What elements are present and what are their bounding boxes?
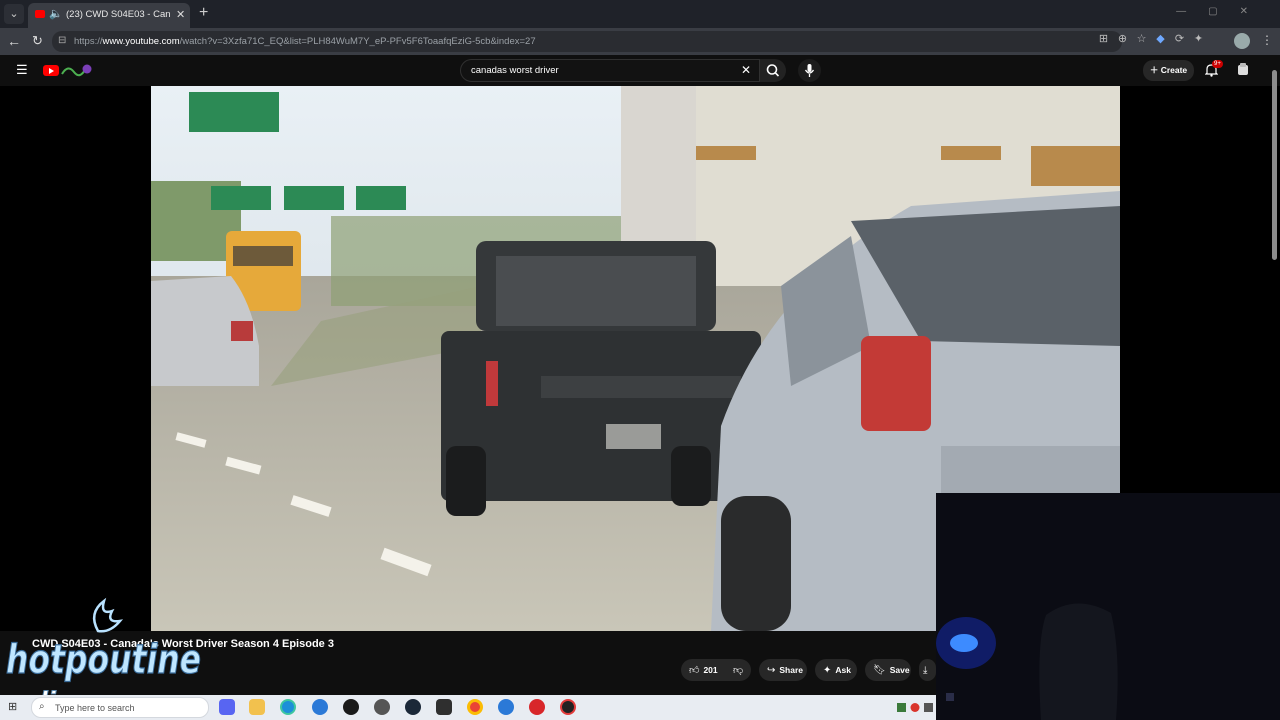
discord-icon[interactable] (219, 699, 235, 715)
download-button[interactable]: ⤓ (919, 659, 936, 681)
steam-icon[interactable] (405, 699, 421, 715)
app-dark-icon[interactable] (560, 699, 576, 715)
url-scheme: https:// (74, 36, 103, 47)
doodle-logo-icon[interactable] (60, 62, 92, 78)
ask-label: Ask (835, 665, 851, 675)
youtube-header: ☰ canadas worst driver ✕ ＋ Create 9+ (0, 55, 1280, 86)
windows-taskbar: ⊞ ⌕ Type here to search (0, 695, 936, 720)
save-label: Save (889, 665, 910, 675)
edge-dev-icon[interactable] (498, 699, 514, 715)
account-avatar[interactable] (1236, 62, 1250, 76)
thumbs-down-icon: 👎︎ (733, 665, 744, 676)
search-button[interactable] (760, 59, 786, 82)
like-count: 201 (703, 665, 718, 675)
profile-avatar[interactable] (1234, 33, 1250, 49)
window-controls[interactable]: —▢✕ (1176, 6, 1270, 17)
search-input[interactable]: canadas worst driver ✕ (460, 59, 760, 82)
clear-search-icon[interactable]: ✕ (741, 63, 751, 77)
download-icon: ⤓ (923, 665, 928, 676)
favorite-star-icon[interactable]: ☆ (1132, 32, 1151, 45)
app-available-icon[interactable]: ⊞ (1094, 32, 1113, 45)
search-icon (766, 64, 780, 77)
hamburger-menu-icon[interactable]: ☰ (16, 62, 28, 78)
like-button[interactable]: 👍︎ 201 (689, 659, 718, 682)
zoom-icon[interactable]: ⊕ (1113, 32, 1132, 45)
scrollbar-thumb[interactable] (1272, 70, 1277, 260)
reload-icon[interactable]: ↻ (32, 33, 43, 49)
search-query-text: canadas worst driver (471, 65, 559, 76)
url-host: www.youtube.com (102, 36, 180, 47)
webcam-overlay (936, 493, 1280, 720)
audio-playing-icon[interactable]: 🔈 (49, 7, 63, 20)
close-window-icon[interactable]: ✕ (1240, 6, 1270, 17)
create-button[interactable]: ＋ Create (1143, 60, 1194, 81)
watermark-text: hotpoutine (6, 637, 201, 683)
toolbar-extension-icons: ⊞ ⊕ ☆ ◆ ⟳ ✦ (1094, 32, 1208, 45)
taskbar-search-placeholder: Type here to search (55, 703, 135, 713)
ask-button[interactable]: ✦ Ask (815, 659, 857, 681)
dislike-button[interactable]: 👎︎ (733, 659, 747, 682)
address-bar[interactable]: ⊟ https://www.youtube.com/watch?v=3Xzfa7… (52, 31, 1122, 52)
share-button[interactable]: ↪ Share (759, 659, 807, 681)
extension-icon[interactable]: ◆ (1151, 32, 1170, 45)
plus-icon: ＋ (1149, 65, 1161, 75)
file-explorer-icon[interactable] (249, 699, 265, 715)
url-text[interactable]: https://www.youtube.com/watch?v=3Xzfa71C… (74, 36, 536, 47)
edge-browser-icon[interactable] (280, 699, 296, 715)
edge-profile-icon[interactable] (312, 699, 328, 715)
url-path: /watch?v=3Xzfa71C_EQ&list=PLH84WuM7Y_eP-… (179, 36, 536, 47)
minimize-icon[interactable]: — (1176, 6, 1208, 17)
tab-list-button[interactable]: ⌄ (4, 4, 24, 24)
bookmark-icon: 🔖︎ (873, 665, 886, 676)
notification-count-badge: 9+ (1212, 60, 1223, 68)
system-tray-icons[interactable] (895, 702, 935, 713)
settings-gear-icon[interactable] (374, 699, 390, 715)
extensions-puzzle-icon[interactable]: ✦ (1189, 32, 1208, 45)
refresh-extension-icon[interactable]: ⟳ (1170, 32, 1189, 45)
create-label: Create (1160, 65, 1188, 75)
youtube-favicon-icon (35, 10, 45, 18)
search-icon: ⌕ (39, 701, 45, 712)
obs-icon[interactable] (343, 699, 359, 715)
chrome-icon[interactable] (467, 699, 483, 715)
browser-tab-active[interactable]: 🔈 (23) CWD S04E03 - Canada's ✕ (28, 3, 190, 28)
site-info-icon[interactable]: ⊟ (58, 35, 66, 46)
back-arrow-icon[interactable]: ← (7, 33, 21, 49)
voice-search-button[interactable] (798, 59, 821, 82)
microphone-icon (804, 64, 815, 77)
new-tab-button[interactable]: + (199, 4, 208, 22)
browser-menu-icon[interactable]: ⋮ (1261, 33, 1273, 47)
sparkle-icon: ✦ (823, 665, 832, 676)
terminal-icon[interactable] (436, 699, 452, 715)
youtube-play-icon (49, 68, 54, 74)
save-button[interactable]: 🔖︎ Save (865, 659, 911, 681)
streamer-watermark-logo: hotpoutine online (5, 597, 202, 713)
taskbar-search-input[interactable]: ⌕ Type here to search (31, 697, 209, 718)
share-icon: ↪ (767, 665, 776, 676)
like-dislike-group: 👍︎ 201 👎︎ (681, 659, 751, 681)
maximize-icon[interactable]: ▢ (1208, 6, 1239, 17)
windows-start-icon[interactable]: ⊞ (8, 700, 17, 713)
share-label: Share (779, 665, 804, 675)
app-red-icon[interactable] (529, 699, 545, 715)
tab-title: (23) CWD S04E03 - Canada's (66, 9, 170, 20)
browser-tab-strip: ⌄ 🔈 (23) CWD S04E03 - Canada's ✕ + —▢✕ (0, 0, 1280, 28)
tab-close-icon[interactable]: ✕ (176, 8, 185, 21)
thumbs-up-icon: 👍︎ (689, 665, 700, 676)
address-row: ← ↻ ⊟ https://www.youtube.com/watch?v=3X… (0, 28, 1280, 55)
